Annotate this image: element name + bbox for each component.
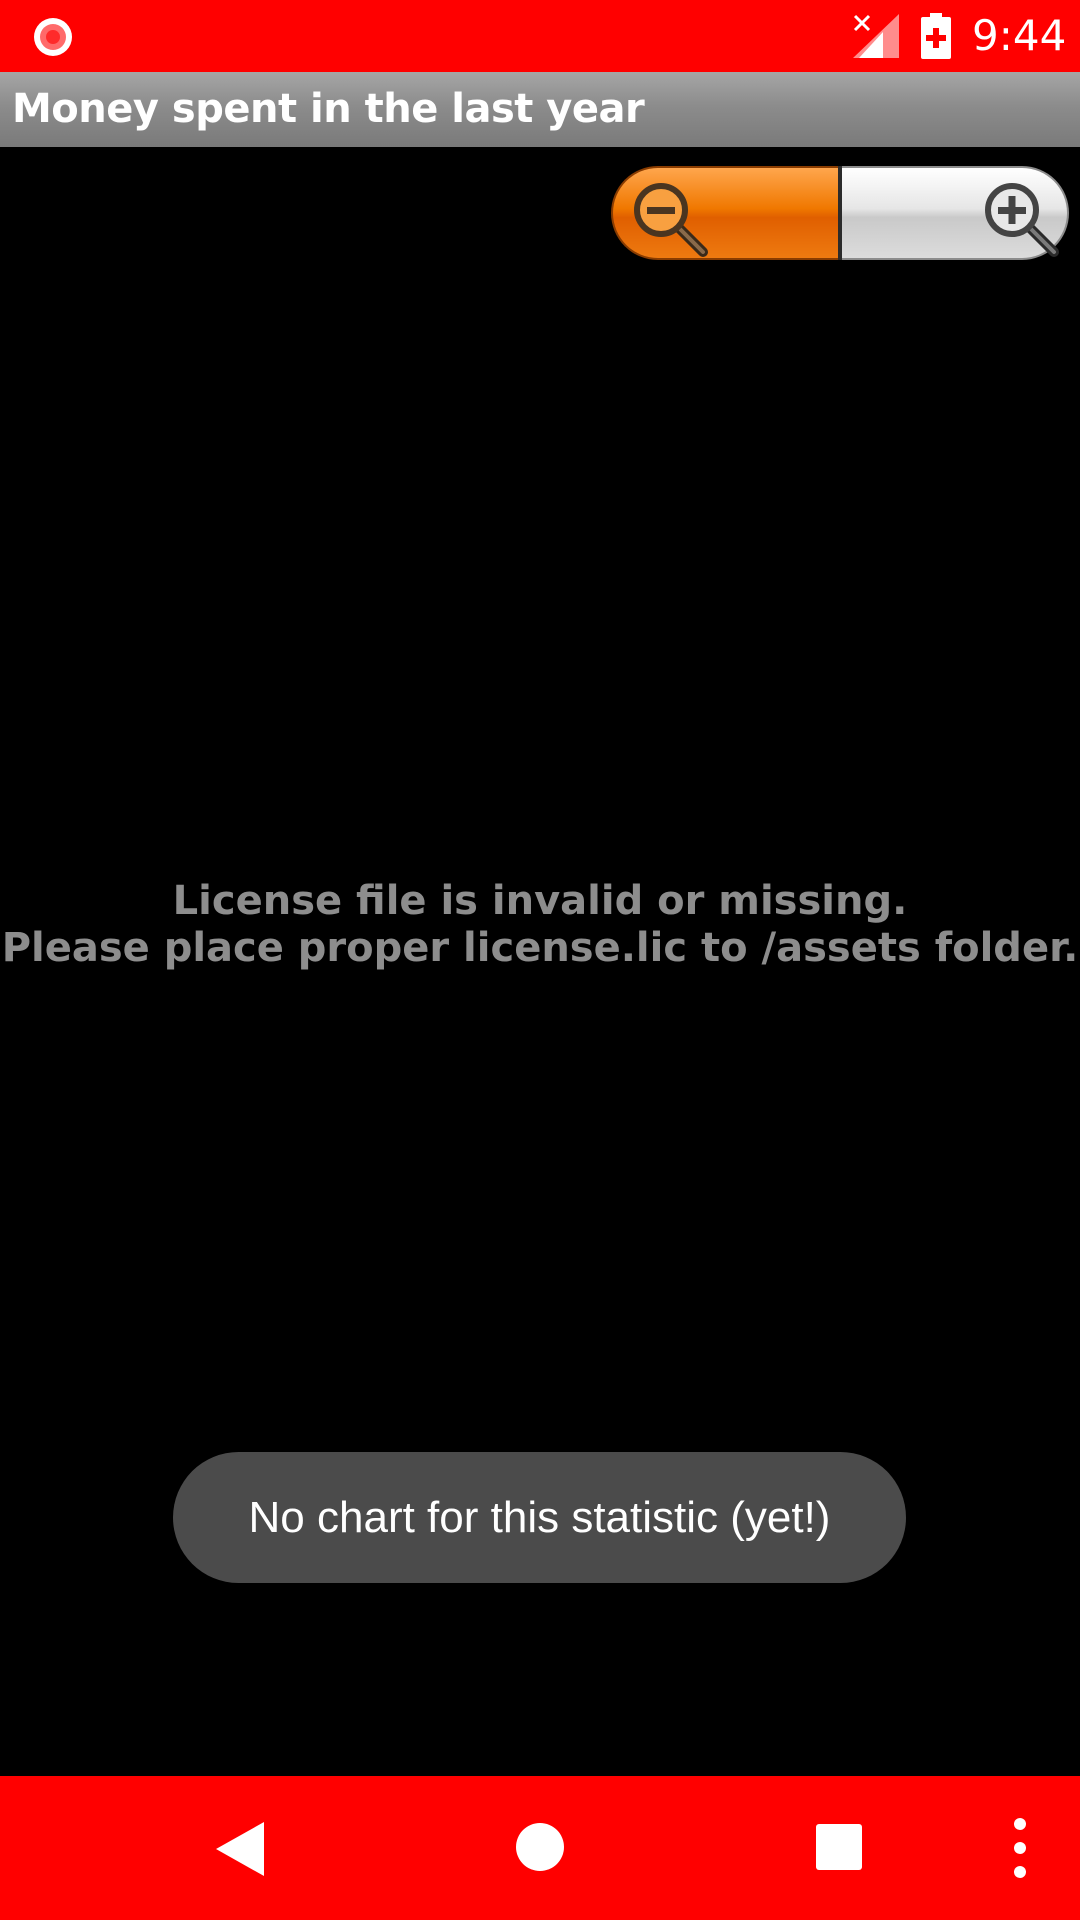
battery-charging-icon (921, 13, 951, 59)
zoom-in-icon (985, 183, 1059, 257)
page-title: Money spent in the last year (12, 86, 645, 132)
license-error-message: License file is invalid or missing. Plea… (0, 878, 1080, 972)
status-time: 9:44 (972, 11, 1067, 60)
home-icon[interactable] (515, 1822, 565, 1872)
nav-bar (0, 1776, 1080, 1920)
signal-no-service-icon (853, 14, 899, 58)
zoom-control (611, 166, 1069, 260)
recents-icon[interactable] (816, 1824, 862, 1870)
screen-record-icon (34, 18, 72, 56)
license-error-line-2: Please place proper license.lic to /asse… (1, 925, 1079, 971)
title-bar: Money spent in the last year (0, 72, 1080, 147)
zoom-out-icon (634, 183, 708, 257)
zoom-out-button[interactable] (611, 166, 838, 260)
toast: No chart for this statistic (yet!) (173, 1452, 906, 1583)
status-bar: 9:44 (0, 0, 1080, 72)
screen: 9:44 Money spent in the last year Licens… (0, 0, 1080, 1920)
back-icon[interactable] (214, 1822, 266, 1876)
license-error-line-1: License file is invalid or missing. (172, 878, 908, 924)
zoom-in-button[interactable] (842, 166, 1069, 260)
overflow-menu-icon[interactable] (1008, 1816, 1032, 1880)
toast-text: No chart for this statistic (yet!) (248, 1493, 831, 1542)
